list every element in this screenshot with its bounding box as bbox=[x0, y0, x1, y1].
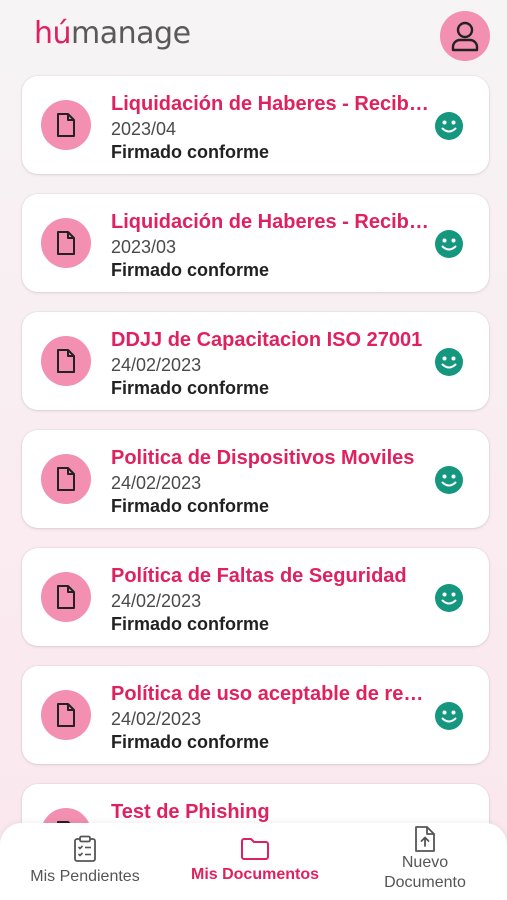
header: húmanage bbox=[0, 0, 507, 70]
document-icon bbox=[57, 349, 75, 373]
document-status: Firmado conforme bbox=[111, 142, 270, 162]
document-icon-circle bbox=[41, 454, 91, 504]
folder-icon bbox=[241, 838, 269, 860]
document-title: Política de uso aceptable de recursos bbox=[111, 683, 433, 705]
clipboard-checklist-icon bbox=[74, 835, 96, 862]
user-icon bbox=[451, 21, 479, 52]
document-icon-circle bbox=[41, 336, 91, 386]
document-date: 24/02/2023 bbox=[111, 355, 202, 375]
nav-label: Mis Documentos bbox=[190, 866, 319, 883]
smile-status-icon bbox=[435, 230, 463, 258]
document-card[interactable]: Liquidación de Haberes - Recibo de sueld… bbox=[22, 194, 489, 292]
file-upload-icon bbox=[415, 826, 435, 852]
document-date: 24/02/2023 bbox=[111, 473, 202, 493]
nav-nuevo-documento[interactable]: Nuevo Documento bbox=[350, 823, 500, 900]
document-icon-circle bbox=[41, 690, 91, 740]
smile-status-icon bbox=[435, 348, 463, 376]
document-icon-circle bbox=[41, 100, 91, 150]
document-title: Liquidación de Haberes - Recibo de sueld… bbox=[111, 211, 433, 233]
nav-mis-pendientes[interactable]: Mis Pendientes bbox=[10, 823, 160, 900]
document-status: Firmado conforme bbox=[111, 496, 270, 516]
document-status: Firmado conforme bbox=[111, 260, 270, 280]
document-title: Test de Phishing bbox=[111, 801, 270, 823]
bottom-nav: Mis Pendientes Mis Documentos Nuevo Docu… bbox=[0, 823, 507, 900]
logo-hu: hú bbox=[34, 16, 72, 51]
document-icon bbox=[57, 585, 75, 609]
document-card[interactable]: DDJJ de Capacitacion ISO 27001 24/02/202… bbox=[22, 312, 489, 410]
document-date: 24/02/2023 bbox=[111, 591, 202, 611]
app-root: húmanage Liquidación de Haberes - Recibo… bbox=[0, 0, 507, 900]
document-status: Firmado conforme bbox=[111, 378, 270, 398]
document-date: 2023/04 bbox=[111, 119, 177, 139]
document-title: Política de Faltas de Seguridad bbox=[111, 565, 407, 587]
document-title: Politica de Dispositivos Moviles bbox=[111, 447, 415, 469]
document-status: Firmado conforme bbox=[111, 732, 270, 752]
document-card[interactable]: Política de Faltas de Seguridad 24/02/20… bbox=[22, 548, 489, 646]
smile-status-icon bbox=[435, 702, 463, 730]
document-icon bbox=[57, 113, 75, 137]
document-icon-circle bbox=[41, 218, 91, 268]
smile-status-icon bbox=[435, 466, 463, 494]
document-icon bbox=[57, 467, 75, 491]
document-card[interactable]: Liquidación de Haberes - Recibo de sueld… bbox=[22, 76, 489, 174]
document-title: DDJJ de Capacitacion ISO 27001 bbox=[111, 329, 423, 351]
logo-manage: manage bbox=[71, 16, 191, 51]
nav-label: Mis Pendientes bbox=[30, 868, 140, 885]
document-title: Liquidación de Haberes - Recibo de sueld… bbox=[111, 93, 433, 115]
document-card[interactable]: Politica de Dispositivos Moviles 24/02/2… bbox=[22, 430, 489, 528]
document-icon bbox=[57, 703, 75, 727]
document-card[interactable]: Política de uso aceptable de recursos 24… bbox=[22, 666, 489, 764]
document-date: 2023/03 bbox=[111, 237, 177, 257]
document-icon-circle bbox=[41, 572, 91, 622]
nav-mis-documentos[interactable]: Mis Documentos bbox=[180, 823, 330, 900]
document-date: 24/02/2023 bbox=[111, 709, 202, 729]
document-icon bbox=[57, 231, 75, 255]
nav-label-line2: Documento bbox=[384, 874, 466, 891]
document-status: Firmado conforme bbox=[111, 614, 270, 634]
humanage-logo: húmanage bbox=[34, 14, 191, 54]
nav-label-line1: Nuevo bbox=[401, 854, 449, 871]
smile-status-icon bbox=[435, 112, 463, 140]
profile-button[interactable] bbox=[440, 11, 490, 61]
smile-status-icon bbox=[435, 584, 463, 612]
